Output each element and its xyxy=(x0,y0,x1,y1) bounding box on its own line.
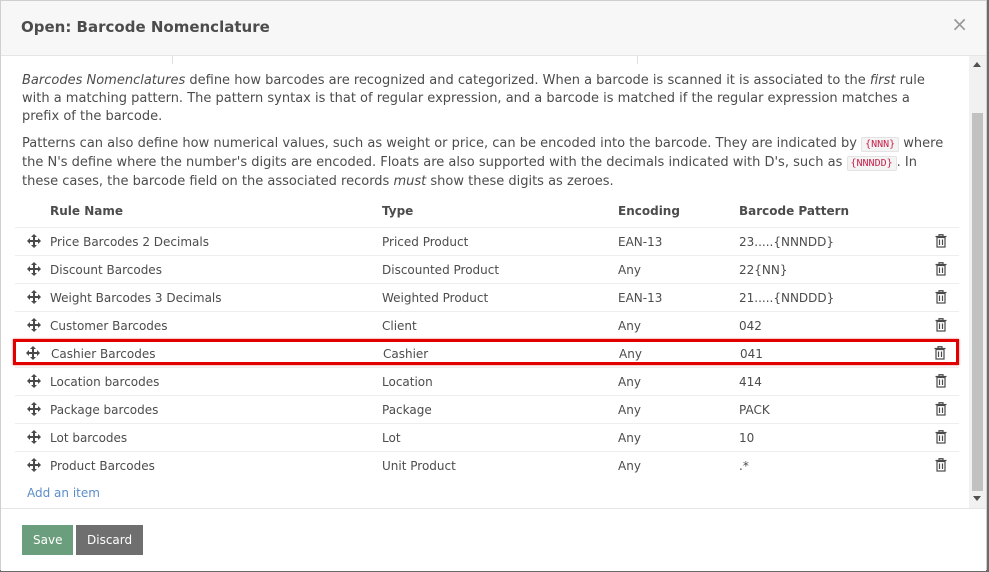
barcode-pattern-cell: 21.....{NNDDD} xyxy=(739,291,835,305)
drag-handle-icon[interactable] xyxy=(27,318,41,332)
type-cell: Lot xyxy=(382,431,401,445)
barcode-pattern-cell: 414 xyxy=(739,375,762,389)
table-row[interactable]: Package barcodes Package Any PACK xyxy=(15,395,959,423)
drag-handle-icon[interactable] xyxy=(26,346,40,360)
trash-icon[interactable] xyxy=(935,234,947,248)
table-row[interactable]: Customer Barcodes Client Any 042 xyxy=(15,311,959,339)
type-cell: Unit Product xyxy=(382,459,456,473)
type-cell: Package xyxy=(382,403,432,417)
description-paragraph-1: Barcodes Nomenclatures define how barcod… xyxy=(22,73,925,124)
dialog-header: Open: Barcode Nomenclature × xyxy=(1,1,986,56)
column-header-type[interactable]: Type xyxy=(382,204,413,218)
rule-name-cell: Customer Barcodes xyxy=(50,319,168,333)
trash-icon[interactable] xyxy=(935,374,947,388)
encoding-cell: EAN-13 xyxy=(618,291,663,305)
drag-handle-icon[interactable] xyxy=(27,402,41,416)
barcode-pattern-cell: 10 xyxy=(739,431,755,445)
drag-handle-icon[interactable] xyxy=(27,374,41,388)
drag-handle-icon[interactable] xyxy=(27,290,41,304)
encoding-cell: Any xyxy=(618,431,641,445)
barcode-pattern-cell: 23.....{NNNDD} xyxy=(739,235,835,249)
drag-handle-icon[interactable] xyxy=(27,430,41,444)
code-token: {NNNDD} xyxy=(846,156,897,171)
type-cell: Weighted Product xyxy=(382,291,489,305)
dialog-footer: Save Discard xyxy=(1,508,986,571)
table-row[interactable]: Weight Barcodes 3 Decimals Weighted Produ… xyxy=(15,283,959,311)
rule-name-cell: Discount Barcodes xyxy=(50,263,162,277)
drag-handle-icon[interactable] xyxy=(27,458,41,472)
dialog-title: Open: Barcode Nomenclature xyxy=(21,18,270,36)
rule-name-cell: Lot barcodes xyxy=(50,431,128,445)
rule-name-cell: Price Barcodes 2 Decimals xyxy=(50,235,209,249)
table-row[interactable]: Lot barcodes Lot Any 10 xyxy=(15,423,959,451)
table-row[interactable]: Price Barcodes 2 Decimals Priced Product E… xyxy=(15,227,959,255)
table-row[interactable]: Product Barcodes Unit Product Any .* xyxy=(15,451,959,479)
divider xyxy=(172,56,173,64)
rule-name-cell: Location barcodes xyxy=(50,375,160,389)
type-cell: Discounted Product xyxy=(382,263,500,277)
barcode-pattern-cell: .* xyxy=(739,459,749,473)
barcode-pattern-cell: 042 xyxy=(739,319,762,333)
drag-handle-icon[interactable] xyxy=(27,262,41,276)
column-header-rule-name[interactable]: Rule Name xyxy=(50,204,123,218)
rule-name-cell: Product Barcodes xyxy=(50,459,155,473)
column-header-barcode-pattern[interactable]: Barcode Pattern xyxy=(739,204,849,218)
save-button[interactable]: Save xyxy=(22,525,74,555)
table-row-selected[interactable]: Cashier Barcodes Cashier Any 041 xyxy=(13,339,959,365)
vertical-scrollbar[interactable] xyxy=(969,56,986,508)
rule-name-cell: Package barcodes xyxy=(50,403,159,417)
encoding-cell: Any xyxy=(619,347,642,361)
type-cell: Location xyxy=(382,375,433,389)
barcode-pattern-cell: 041 xyxy=(740,347,763,361)
encoding-cell: Any xyxy=(618,459,641,473)
type-cell: Priced Product xyxy=(382,235,469,249)
description-paragraph-2: Patterns can also define how numerical v… xyxy=(22,136,944,189)
close-icon[interactable]: × xyxy=(951,14,968,34)
barcode-pattern-cell: PACK xyxy=(739,403,770,417)
trash-icon[interactable] xyxy=(935,402,947,416)
table-row[interactable]: Discount Barcodes Discounted Product Any 22… xyxy=(15,255,959,283)
scrollbar-thumb[interactable] xyxy=(972,113,983,491)
scroll-up-icon[interactable] xyxy=(973,62,981,67)
encoding-cell: EAN-13 xyxy=(618,235,663,249)
rule-name-cell: Cashier Barcodes xyxy=(51,347,156,361)
trash-icon[interactable] xyxy=(935,262,947,276)
rule-name-cell: Weight Barcodes 3 Decimals xyxy=(50,291,222,305)
drag-handle-icon[interactable] xyxy=(27,234,41,248)
type-cell: Client xyxy=(382,319,417,333)
dialog-body[interactable]: Barcodes Nomenclatures define how barcod… xyxy=(1,56,969,508)
code-token: {NNN} xyxy=(861,137,900,152)
scroll-down-icon[interactable] xyxy=(973,496,981,501)
encoding-cell: Any xyxy=(618,375,641,389)
discard-button[interactable]: Discard xyxy=(76,525,144,555)
barcode-pattern-cell: 22{NN} xyxy=(739,263,788,277)
encoding-cell: Any xyxy=(618,263,641,277)
trash-icon[interactable] xyxy=(935,458,947,472)
table-row[interactable]: Location barcodes Location Any 414 xyxy=(15,367,959,395)
divider xyxy=(637,56,638,64)
trash-icon[interactable] xyxy=(934,346,946,360)
add-item-link[interactable]: Add an item xyxy=(27,486,100,500)
trash-icon[interactable] xyxy=(935,290,947,304)
encoding-cell: Any xyxy=(618,319,641,333)
barcode-nomenclature-dialog: Open: Barcode Nomenclature × Barcodes No… xyxy=(0,0,987,571)
trash-icon[interactable] xyxy=(935,318,947,332)
type-cell: Cashier xyxy=(383,347,429,361)
column-header-encoding[interactable]: Encoding xyxy=(618,204,680,218)
encoding-cell: Any xyxy=(618,403,641,417)
trash-icon[interactable] xyxy=(935,430,947,444)
